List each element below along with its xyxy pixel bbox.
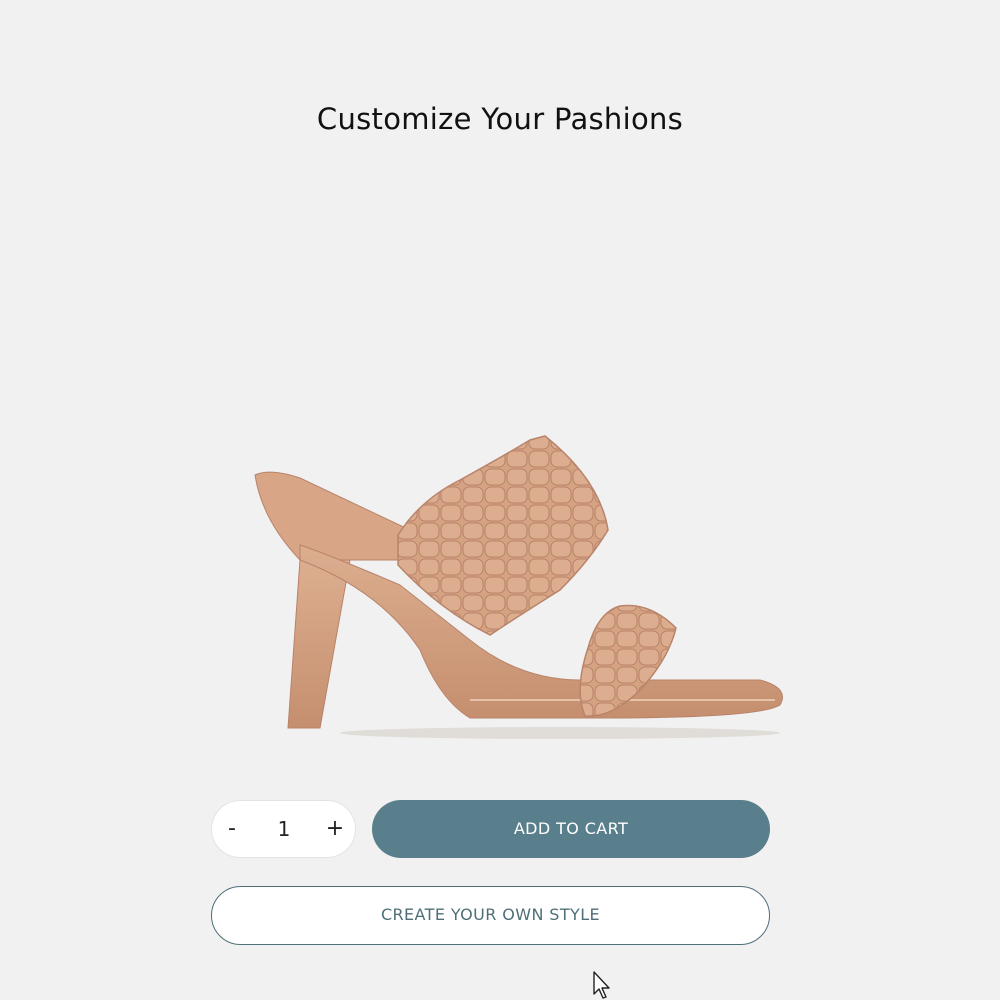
- mouse-pointer-icon: [593, 971, 610, 999]
- quantity-stepper: - 1 +: [211, 800, 356, 858]
- add-to-cart-button[interactable]: ADD TO CART: [372, 800, 770, 858]
- create-your-own-style-button[interactable]: CREATE YOUR OWN STYLE: [211, 886, 770, 945]
- quantity-value[interactable]: 1: [264, 801, 304, 857]
- decrement-button[interactable]: -: [212, 801, 252, 857]
- increment-button[interactable]: +: [315, 801, 355, 857]
- product-page: Customize Your Pashions - 1 + ADD TO CAR…: [0, 0, 1000, 1000]
- page-title: Customize Your Pashions: [316, 102, 684, 136]
- product-image: [254, 435, 783, 739]
